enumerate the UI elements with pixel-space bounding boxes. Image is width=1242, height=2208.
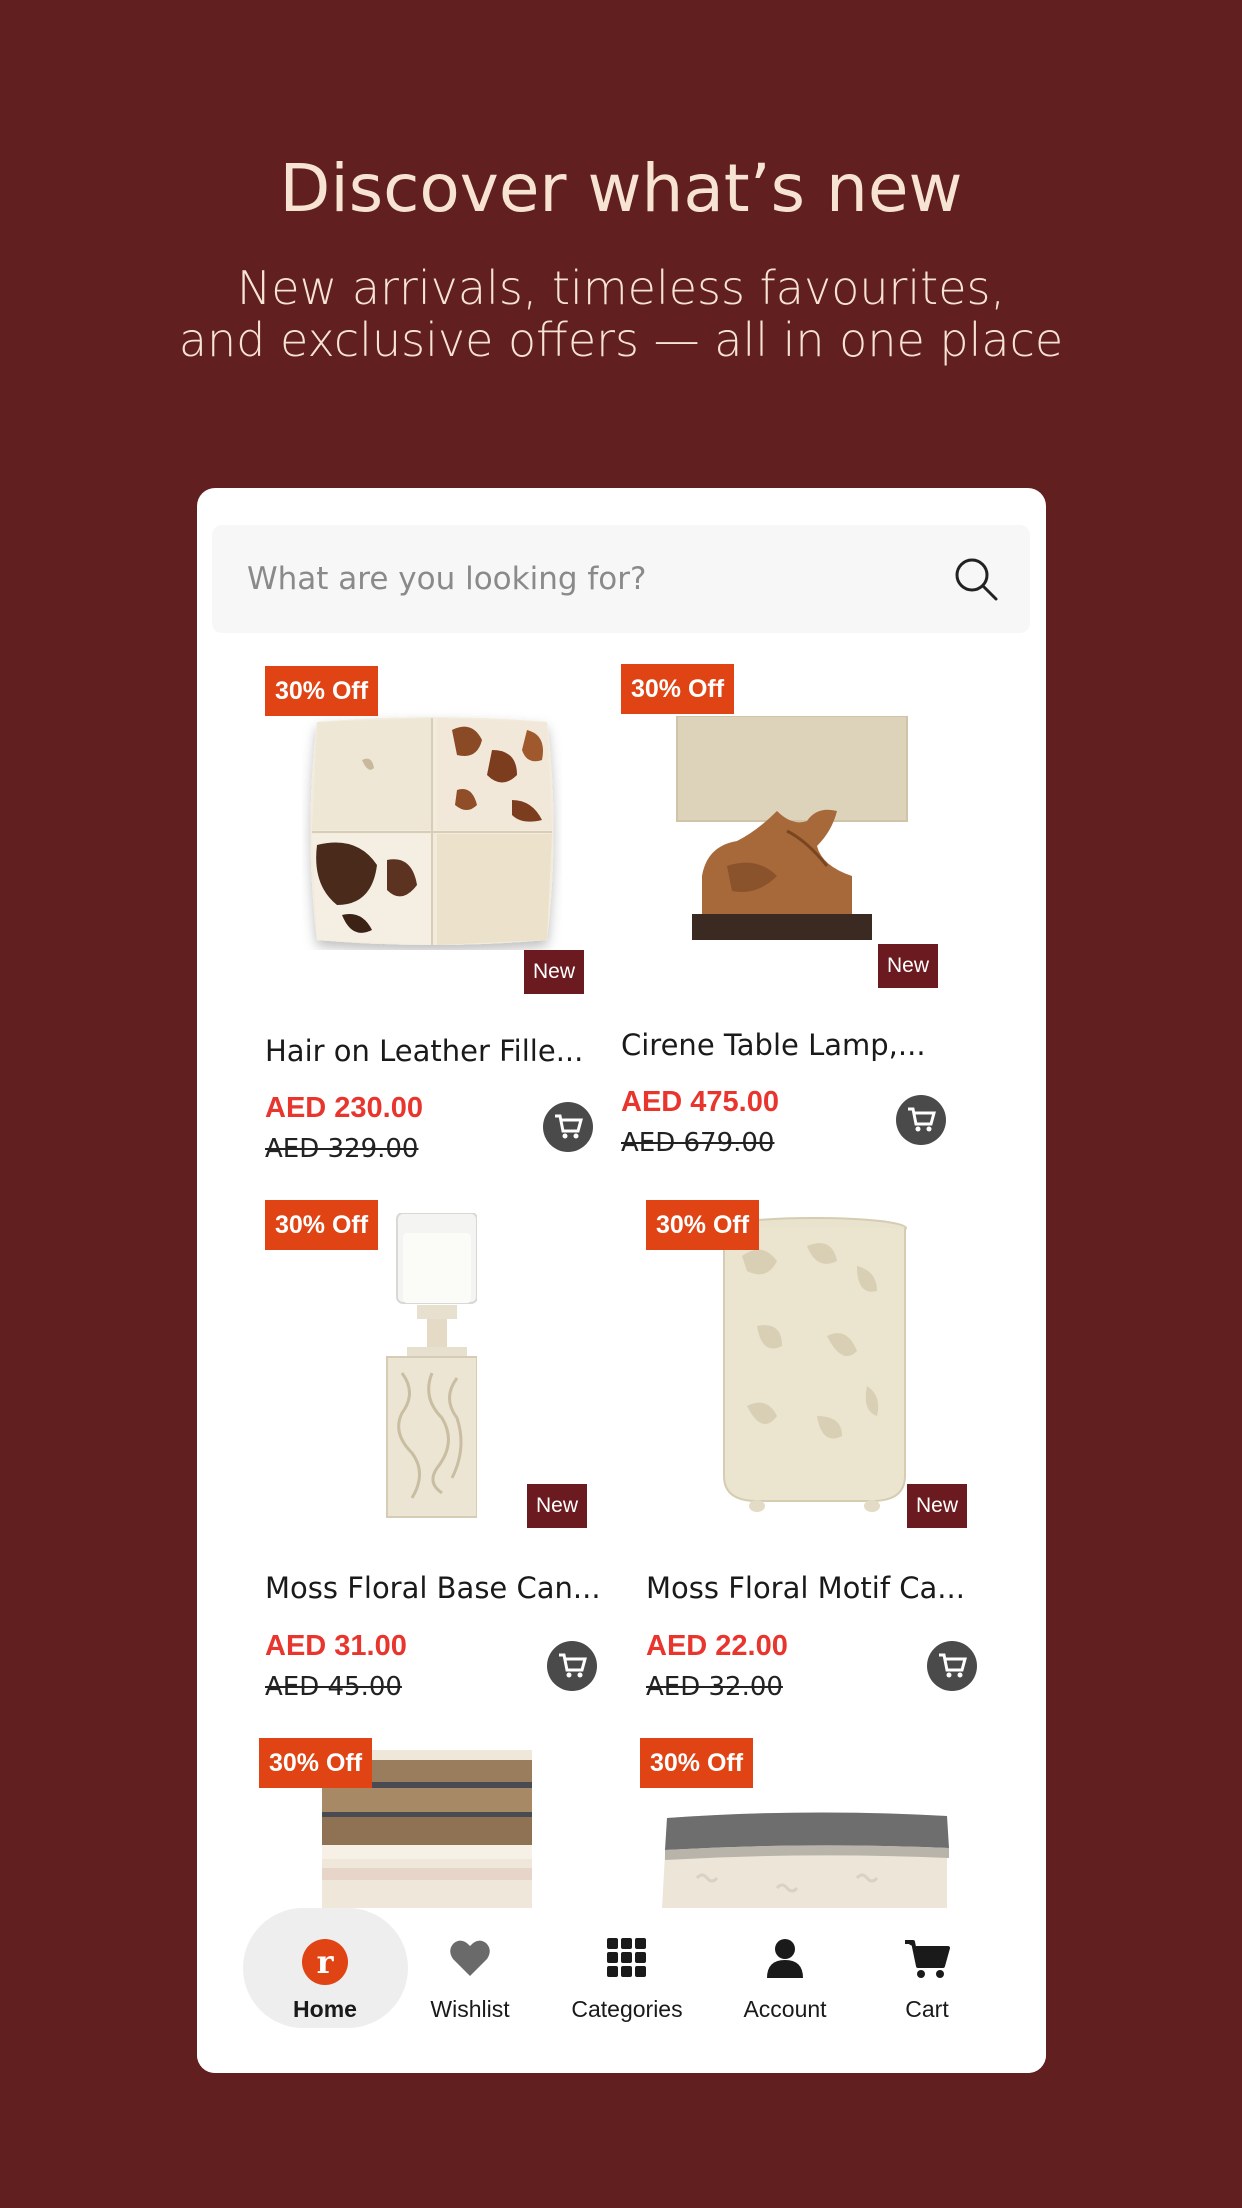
svg-text:r: r: [317, 1943, 335, 1981]
nav-label-categories: Categories: [571, 1996, 683, 2022]
nav-item-wishlist[interactable]: Wishlist: [390, 1908, 550, 2028]
nav-item-categories[interactable]: Categories: [547, 1908, 707, 2028]
product-image[interactable]: [717, 1216, 912, 1516]
product-image[interactable]: [377, 1213, 477, 1518]
discount-badge: 30% Off: [646, 1200, 760, 1250]
product-name[interactable]: Hair on Leather Fille...: [265, 1034, 605, 1068]
user-icon: [767, 1939, 803, 1978]
product-old-price: AED 679.00: [621, 1128, 775, 1158]
discount-badge: 30% Off: [640, 1738, 754, 1788]
discount-badge: 30% Off: [265, 1200, 379, 1250]
app-screen: 30% Off New Hair on Leather Fille... AED…: [197, 488, 1046, 2073]
cart-icon: [939, 1653, 967, 1678]
heart-icon: [450, 1940, 490, 1976]
product-name[interactable]: Moss Floral Base Can...: [265, 1571, 605, 1605]
hero-subtitle-line-1: New arrivals, timeless favourites,: [236, 261, 1006, 315]
nav-label-home: Home: [293, 1996, 357, 2022]
product-old-price: AED 32.00: [646, 1672, 783, 1702]
nav-label-account: Account: [743, 1996, 827, 2022]
nav-label-cart: Cart: [905, 1996, 949, 2022]
cart-icon: [559, 1653, 587, 1678]
product-price: AED 230.00: [265, 1092, 423, 1124]
hero-title: Discover what’s new: [279, 150, 963, 227]
new-badge: New: [524, 950, 585, 994]
bottom-nav: r Home Wishlist Categories Account Cart: [197, 1908, 1046, 2073]
product-image[interactable]: [302, 710, 562, 950]
new-badge: New: [907, 1484, 968, 1528]
nav-item-cart[interactable]: Cart: [847, 1908, 1007, 2028]
search-input[interactable]: [212, 525, 912, 633]
search-bar[interactable]: [212, 525, 1030, 633]
product-old-price: AED 329.00: [265, 1134, 419, 1164]
product-price: AED 22.00: [646, 1630, 788, 1662]
cart-icon: [908, 1107, 936, 1132]
brand-logo-icon: r: [302, 1939, 348, 1985]
nav-item-account[interactable]: Account: [705, 1908, 865, 2028]
add-to-cart-button[interactable]: [896, 1095, 946, 1145]
discount-badge: 30% Off: [621, 664, 735, 714]
grid-icon: [607, 1938, 646, 1977]
discount-badge: 30% Off: [259, 1738, 373, 1788]
discount-badge: 30% Off: [265, 666, 379, 716]
add-to-cart-button[interactable]: [927, 1641, 977, 1691]
new-badge: New: [878, 944, 939, 988]
product-price: AED 475.00: [621, 1086, 779, 1118]
nav-label-wishlist: Wishlist: [430, 1996, 510, 2022]
cart-icon: [905, 1940, 950, 1978]
add-to-cart-button[interactable]: [547, 1641, 597, 1691]
product-price: AED 31.00: [265, 1630, 407, 1662]
hero-subtitle: New arrivals, timeless favourites, and e…: [0, 262, 1242, 366]
product-image[interactable]: [667, 716, 917, 946]
nav-item-home[interactable]: r Home: [245, 1908, 405, 2028]
cart-icon: [555, 1114, 583, 1139]
search-icon[interactable]: [952, 555, 1000, 603]
add-to-cart-button[interactable]: [543, 1102, 593, 1152]
product-name[interactable]: Moss Floral Motif Ca...: [646, 1571, 986, 1605]
hero-subtitle-line-2: and exclusive offers — all in one place: [178, 313, 1064, 367]
product-old-price: AED 45.00: [265, 1672, 402, 1702]
product-image[interactable]: [657, 1808, 957, 1908]
product-name[interactable]: Cirene Table Lamp,...: [621, 1028, 961, 1062]
new-badge: New: [527, 1484, 588, 1528]
